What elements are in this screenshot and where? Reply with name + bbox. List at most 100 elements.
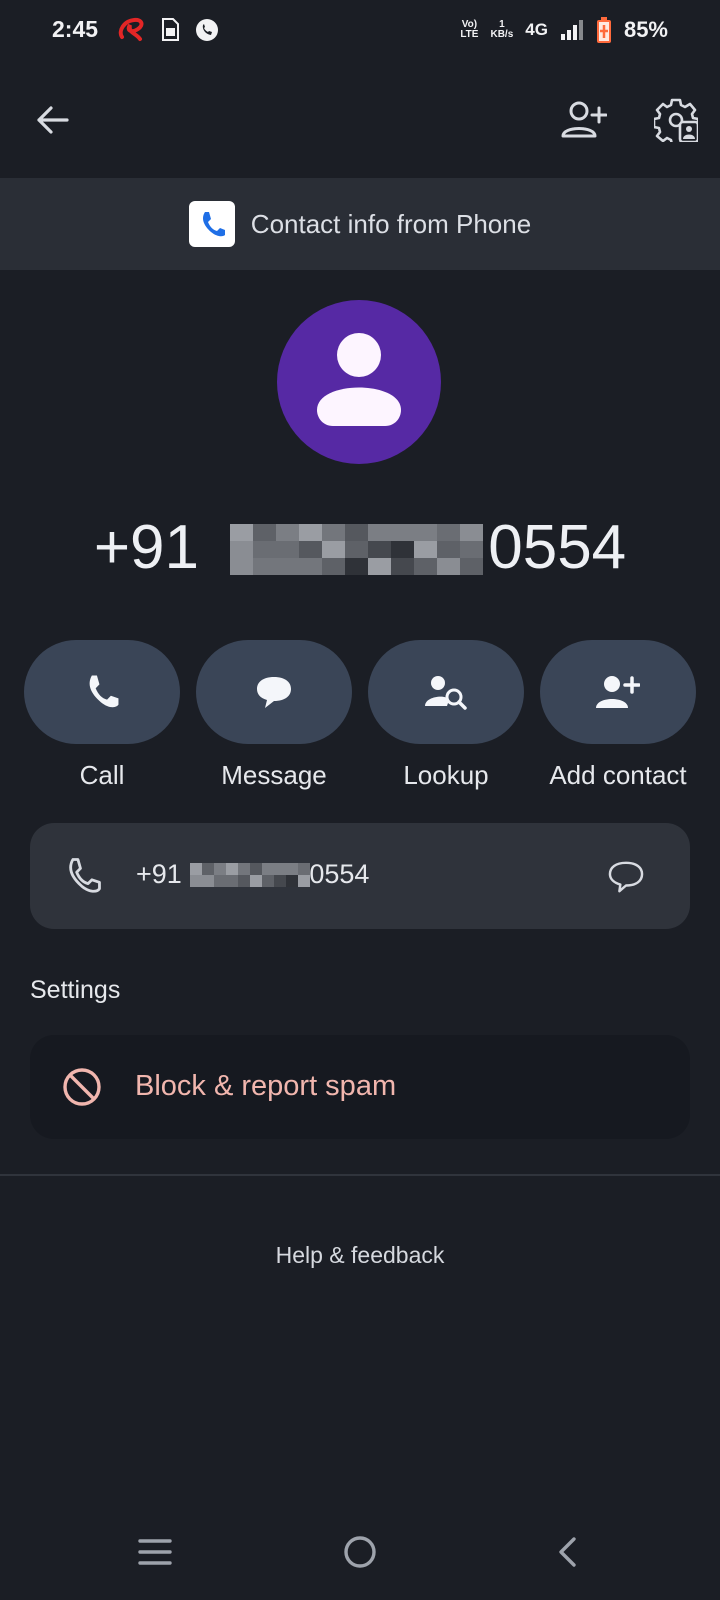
send-message-button[interactable]	[598, 851, 654, 903]
home-button[interactable]	[338, 1530, 382, 1574]
person-add-icon	[596, 676, 640, 708]
call-action[interactable]: Call	[24, 640, 180, 791]
person-search-icon	[425, 676, 467, 710]
mosaic-cell	[230, 558, 253, 575]
mosaic-cell	[250, 863, 262, 875]
gear-person-icon	[654, 98, 698, 142]
mosaic-cell	[437, 541, 460, 558]
battery-charging-icon	[596, 17, 611, 43]
message-button[interactable]	[196, 640, 352, 744]
mosaic-cell	[230, 524, 253, 541]
add-contact-action[interactable]: Add contact	[540, 640, 696, 791]
mosaic-cell	[414, 541, 437, 558]
mosaic-cell	[391, 558, 414, 575]
mosaic-cell	[368, 524, 391, 541]
add-contact-button[interactable]	[540, 640, 696, 744]
phone-icon	[89, 675, 119, 708]
mosaic-cell	[250, 875, 262, 887]
phone-outline-icon	[69, 858, 101, 893]
mosaic-cell	[460, 524, 483, 541]
mosaic-cell	[298, 863, 310, 875]
arrow-left-icon	[37, 106, 69, 134]
sim-card-icon	[162, 18, 179, 41]
lookup-button[interactable]	[368, 640, 524, 744]
battery-percent: 85%	[623, 17, 668, 42]
mosaic-cell	[274, 863, 286, 875]
help-feedback-link[interactable]: Help & feedback	[0, 1242, 720, 1269]
mosaic-cell	[414, 558, 437, 575]
contact-avatar	[277, 300, 441, 464]
back-button[interactable]	[24, 92, 80, 148]
mosaic-cell	[238, 863, 250, 875]
volte-indicator: Vo) LTE	[460, 19, 479, 40]
menu-icon	[138, 1539, 172, 1565]
mosaic-cell	[190, 875, 202, 887]
mosaic-cell	[437, 524, 460, 541]
mosaic-cell	[322, 524, 345, 541]
mosaic-cell	[286, 875, 298, 887]
mosaic-cell	[299, 558, 322, 575]
mosaic-cell	[214, 875, 226, 887]
mosaic-cell	[368, 558, 391, 575]
recents-button[interactable]	[130, 1532, 180, 1572]
contact-info-screen: 2:45 Vo) LTE 1 KB/s 4G 85% Contact info …	[0, 0, 720, 1600]
mosaic-cell	[276, 524, 299, 541]
mosaic-cell	[345, 558, 368, 575]
mosaic-cell	[276, 558, 299, 575]
signal-icon	[560, 20, 583, 40]
mosaic-cell	[238, 875, 250, 887]
status-bar: 2:45 Vo) LTE 1 KB/s 4G 85%	[0, 0, 720, 62]
mosaic-cell	[202, 863, 214, 875]
message-outline-icon	[608, 861, 644, 893]
phone-app-icon	[188, 201, 235, 247]
banner-text: Contact info from Phone	[250, 208, 532, 239]
block-icon	[63, 1068, 101, 1106]
mosaic-cell	[368, 541, 391, 558]
contact-settings-button[interactable]	[648, 92, 704, 148]
action-buttons: Call Message Lookup Add contact	[24, 640, 696, 800]
mosaic-cell	[345, 541, 368, 558]
mosaic-cell	[345, 524, 368, 541]
mosaic-cell	[322, 558, 345, 575]
mosaic-cell	[262, 863, 274, 875]
mosaic-cell	[460, 541, 483, 558]
mosaic-cell	[274, 875, 286, 887]
source-banner: Contact info from Phone	[0, 178, 720, 270]
redaction-mosaic	[230, 524, 483, 575]
message-bubble-icon	[257, 677, 291, 708]
settings-heading: Settings	[30, 976, 121, 1004]
redaction-mosaic-small	[190, 863, 310, 887]
mosaic-cell	[253, 558, 276, 575]
mosaic-cell	[262, 875, 274, 887]
mosaic-cell	[276, 541, 299, 558]
data-speed: 1 KB/s	[490, 19, 514, 40]
call-button[interactable]	[24, 640, 180, 744]
mosaic-cell	[391, 524, 414, 541]
mosaic-cell	[214, 863, 226, 875]
system-nav-bar	[0, 1520, 720, 1600]
lookup-action[interactable]: Lookup	[368, 640, 524, 791]
mosaic-cell	[391, 541, 414, 558]
mosaic-cell	[437, 558, 460, 575]
add-contact-appbar-button[interactable]	[556, 92, 612, 148]
divider	[0, 1174, 720, 1176]
mosaic-cell	[460, 558, 483, 575]
block-report-spam-label: Block & report spam	[135, 1070, 397, 1102]
status-right-icons: Vo) LTE 1 KB/s 4G 85%	[460, 16, 668, 44]
mosaic-cell	[253, 541, 276, 558]
phone-number-row[interactable]: +91 0554	[30, 823, 690, 929]
status-time: 2:45	[52, 16, 99, 42]
circle-home-icon	[344, 1536, 376, 1568]
mosaic-cell	[226, 875, 238, 887]
block-report-spam-button[interactable]: Block & report spam	[30, 1035, 690, 1139]
message-action[interactable]: Message	[196, 640, 352, 791]
mosaic-cell	[226, 863, 238, 875]
mosaic-cell	[253, 524, 276, 541]
mosaic-cell	[190, 863, 202, 875]
mosaic-cell	[230, 541, 253, 558]
whatsapp-icon	[196, 19, 218, 41]
nav-back-button[interactable]	[546, 1530, 590, 1574]
mosaic-cell	[299, 524, 322, 541]
mosaic-cell	[286, 863, 298, 875]
mosaic-cell	[298, 875, 310, 887]
